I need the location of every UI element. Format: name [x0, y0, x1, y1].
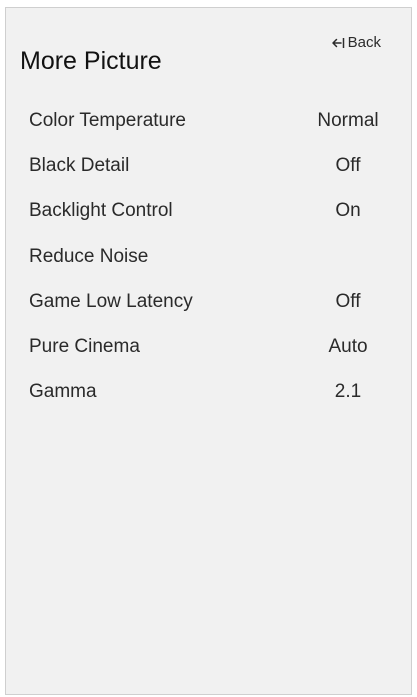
menu-item-game-low-latency[interactable]: Game Low Latency Off	[6, 279, 411, 324]
menu-item-gamma[interactable]: Gamma 2.1	[6, 370, 411, 415]
menu-item-color-temperature[interactable]: Color Temperature Normal	[6, 98, 411, 143]
menu-item-label: Pure Cinema	[29, 336, 140, 358]
menu-item-label: Backlight Control	[29, 200, 173, 222]
menu-item-black-detail[interactable]: Black Detail Off	[6, 143, 411, 188]
menu-item-value: Normal	[317, 109, 379, 131]
page-title: More Picture	[20, 47, 162, 75]
settings-menu: Color Temperature Normal Black Detail Of…	[6, 98, 411, 415]
menu-item-reduce-noise[interactable]: Reduce Noise	[6, 234, 411, 279]
menu-item-label: Game Low Latency	[29, 290, 193, 312]
settings-panel: Back More Picture Color Temperature Norm…	[5, 7, 412, 695]
menu-item-label: Black Detail	[29, 154, 130, 176]
menu-item-value: 2.1	[334, 381, 362, 403]
back-button[interactable]: Back	[331, 34, 381, 51]
menu-item-value: Off	[335, 290, 361, 312]
menu-item-label: Color Temperature	[29, 109, 187, 131]
back-label: Back	[347, 34, 381, 51]
menu-item-value: On	[335, 200, 361, 222]
menu-item-value: Auto	[328, 336, 368, 358]
menu-item-label: Gamma	[29, 381, 97, 403]
menu-item-label: Reduce Noise	[29, 245, 149, 267]
menu-item-value: Off	[335, 154, 361, 176]
back-arrow-icon	[331, 36, 346, 50]
menu-item-pure-cinema[interactable]: Pure Cinema Auto	[6, 324, 411, 369]
menu-item-backlight-control[interactable]: Backlight Control On	[6, 189, 411, 234]
